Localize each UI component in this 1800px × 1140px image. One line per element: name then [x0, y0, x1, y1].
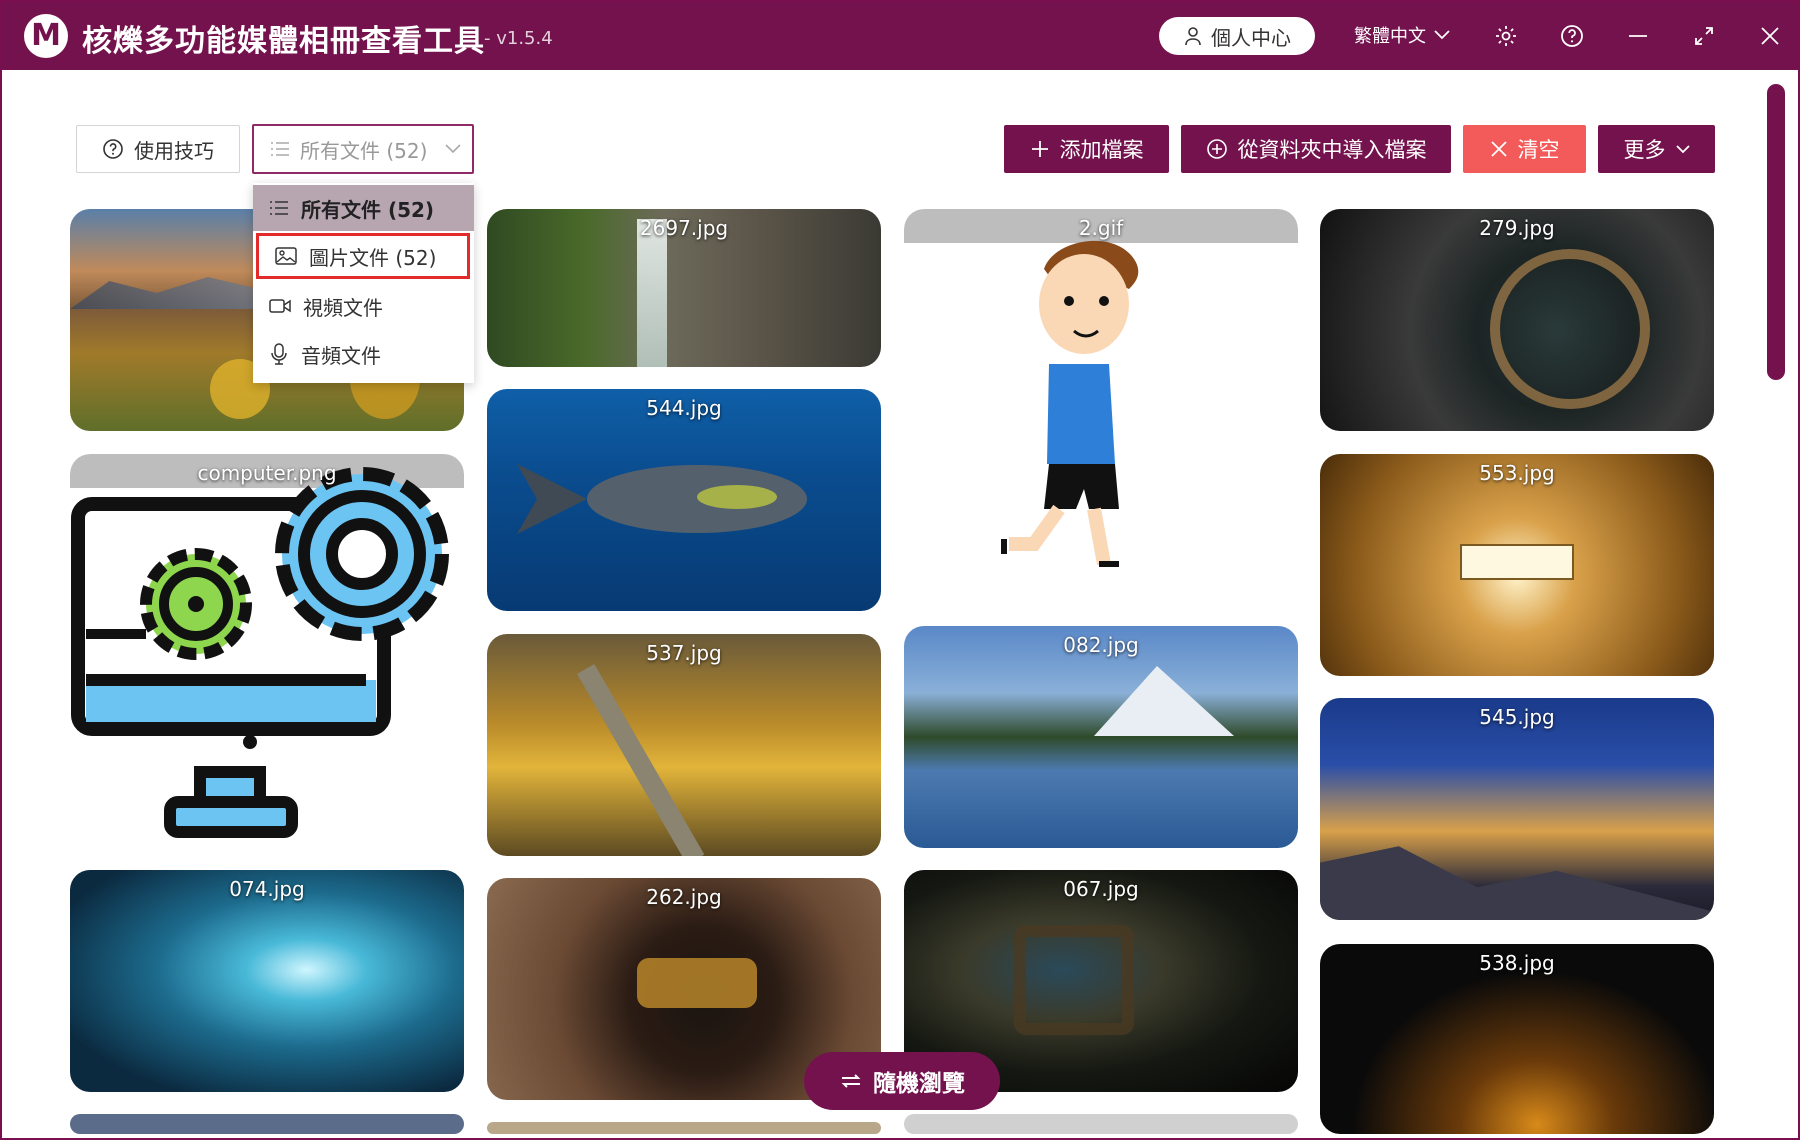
- media-card[interactable]: [487, 1122, 881, 1134]
- media-caption: 082.jpg: [1063, 633, 1139, 657]
- help-button[interactable]: [1552, 16, 1592, 56]
- dropdown-item-label: 音頻文件: [301, 343, 381, 368]
- whale-shark-illustration: [517, 464, 807, 534]
- image-icon: [275, 247, 297, 265]
- dropdown-item-image-files[interactable]: 圖片文件 (52): [256, 233, 470, 279]
- media-card[interactable]: 074.jpg: [70, 870, 464, 1092]
- app-window: M 核爍多功能媒體相冊查看工具 - v1.5.4 個人中心 繁體中文 使用技巧: [0, 0, 1800, 1140]
- media-card[interactable]: 2697.jpg: [487, 209, 881, 367]
- chevron-down-icon: [1434, 30, 1450, 40]
- media-card[interactable]: [70, 1114, 464, 1134]
- close-icon: [1490, 141, 1507, 157]
- app-version: - v1.5.4: [484, 28, 553, 49]
- scrollbar-thumb[interactable]: [1767, 84, 1785, 380]
- media-card[interactable]: 553.jpg: [1320, 454, 1714, 676]
- close-button[interactable]: [1750, 16, 1790, 56]
- media-caption: 074.jpg: [229, 877, 305, 901]
- file-type-filter[interactable]: 所有文件 (52): [252, 124, 474, 174]
- expand-icon: [1695, 27, 1713, 45]
- title-bar: M 核爍多功能媒體相冊查看工具 - v1.5.4 個人中心 繁體中文: [2, 2, 1798, 70]
- language-label: 繁體中文: [1354, 26, 1426, 47]
- app-logo: M: [24, 14, 68, 58]
- running-boy-illustration: [1001, 240, 1139, 567]
- dropdown-item-label: 圖片文件 (52): [309, 245, 437, 270]
- clear-label: 清空: [1517, 138, 1560, 162]
- minimize-button[interactable]: [1618, 16, 1658, 56]
- media-card[interactable]: 538.jpg: [1320, 944, 1714, 1134]
- media-caption: 279.jpg: [1479, 216, 1555, 240]
- media-card[interactable]: 082.jpg: [904, 626, 1298, 848]
- media-caption: 545.jpg: [1479, 705, 1555, 729]
- tips-button[interactable]: 使用技巧: [76, 125, 240, 173]
- user-center-label: 個人中心: [1211, 25, 1291, 50]
- computer-settings-illustration: [71, 467, 449, 838]
- app-title: 核爍多功能媒體相冊查看工具: [82, 24, 485, 59]
- file-type-dropdown: 所有文件 (52) 圖片文件 (52) 視頻文件 音頻文件: [253, 183, 474, 383]
- dropdown-item-label: 所有文件 (52): [301, 197, 435, 222]
- add-files-button[interactable]: 添加檔案: [1004, 125, 1169, 173]
- gear-icon: [1496, 26, 1516, 46]
- help-icon: [103, 139, 123, 159]
- more-button[interactable]: 更多: [1598, 125, 1715, 173]
- chevron-down-icon: [445, 144, 461, 154]
- plus-icon: [1031, 141, 1048, 157]
- media-caption: 2.gif: [1078, 216, 1124, 240]
- chevron-down-icon: [1675, 144, 1690, 153]
- clear-button[interactable]: 清空: [1463, 125, 1586, 173]
- media-card[interactable]: 545.jpg: [1320, 698, 1714, 920]
- dropdown-item-video-files[interactable]: 視頻文件: [253, 283, 474, 329]
- add-files-label: 添加檔案: [1059, 138, 1144, 162]
- random-browse-button[interactable]: 隨機瀏覽: [804, 1052, 1000, 1110]
- list-icon: [271, 142, 289, 156]
- dropdown-item-audio-files[interactable]: 音頻文件: [253, 331, 474, 377]
- media-caption: computer.png: [197, 461, 337, 485]
- media-caption: 553.jpg: [1479, 461, 1555, 485]
- media-caption: 262.jpg: [646, 885, 722, 909]
- media-card[interactable]: computer.png: [70, 454, 464, 848]
- media-card[interactable]: 2.gif: [904, 209, 1298, 609]
- dropdown-item-all-files[interactable]: 所有文件 (52): [253, 185, 474, 231]
- video-icon: [269, 299, 291, 313]
- import-folder-button[interactable]: 從資料夾中導入檔案: [1181, 125, 1451, 173]
- more-label: 更多: [1623, 138, 1666, 162]
- media-caption: 2697.jpg: [639, 216, 729, 240]
- media-card[interactable]: [904, 1114, 1298, 1134]
- media-caption: 544.jpg: [646, 396, 722, 420]
- media-card[interactable]: 537.jpg: [487, 634, 881, 856]
- user-icon: [1185, 27, 1201, 46]
- minimize-icon: [1629, 35, 1647, 37]
- dropdown-item-label: 視頻文件: [303, 295, 383, 320]
- circle-plus-icon: [1206, 139, 1227, 159]
- media-card[interactable]: 544.jpg: [487, 389, 881, 611]
- import-folder-label: 從資料夾中導入檔案: [1237, 138, 1427, 162]
- media-caption: 537.jpg: [646, 641, 722, 665]
- user-center-button[interactable]: 個人中心: [1159, 17, 1315, 55]
- maximize-button[interactable]: [1684, 16, 1724, 56]
- tips-label: 使用技巧: [134, 138, 214, 163]
- random-browse-label: 隨機瀏覽: [873, 1071, 965, 1097]
- microphone-icon: [271, 343, 287, 365]
- settings-button[interactable]: [1486, 16, 1526, 56]
- help-icon: [1561, 25, 1583, 47]
- language-select[interactable]: 繁體中文: [1354, 22, 1450, 48]
- close-icon: [1761, 27, 1779, 45]
- media-card[interactable]: 279.jpg: [1320, 209, 1714, 431]
- list-icon: [270, 201, 288, 215]
- filter-label: 所有文件 (52): [300, 138, 428, 163]
- media-caption: 538.jpg: [1479, 951, 1555, 975]
- shuffle-icon: [841, 1074, 861, 1088]
- media-caption: 067.jpg: [1063, 877, 1139, 901]
